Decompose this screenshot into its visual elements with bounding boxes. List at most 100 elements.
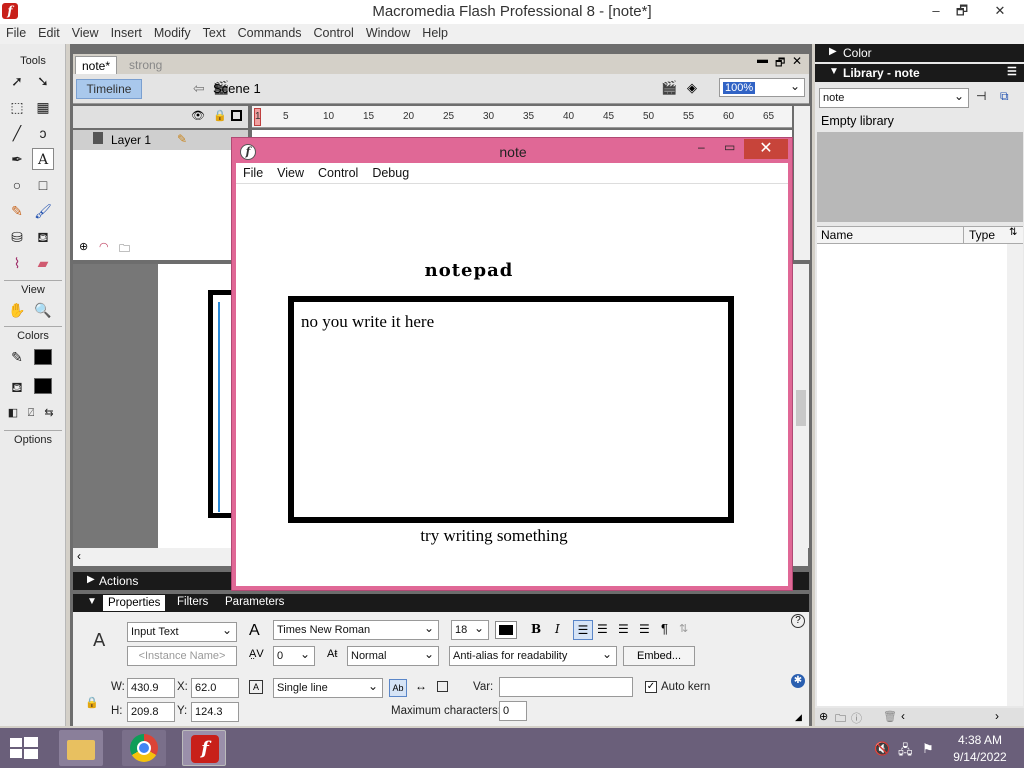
menu-insert[interactable]: Insert (105, 24, 148, 42)
outline-icon[interactable] (231, 110, 242, 121)
pen-tool-icon[interactable]: ✒ (6, 148, 28, 170)
tab-parameters[interactable]: Parameters (225, 596, 284, 608)
bold-icon[interactable]: B (531, 622, 541, 636)
zoom-tool-icon[interactable]: 🔍 (32, 299, 54, 321)
clock-time[interactable]: 4:38 AM (950, 733, 1010, 747)
tab-strong[interactable]: strong (123, 56, 168, 74)
anti-alias-select[interactable]: Anti-alias for readability (449, 645, 617, 666)
edit-scene-icon[interactable]: 🎬 (661, 80, 677, 96)
help-icon[interactable]: ? (791, 614, 805, 628)
selection-arrow-icon[interactable]: ➚ (6, 70, 28, 92)
clock-date[interactable]: 9/14/2022 (950, 750, 1010, 764)
letter-spacing-input[interactable]: 0 (273, 645, 315, 666)
network-icon[interactable]: 🖧 (898, 741, 913, 763)
auto-kern-checkbox[interactable]: ✓ (645, 681, 657, 693)
note-close-button[interactable]: ✕ (744, 139, 788, 159)
accessibility-icon[interactable]: ✱ (791, 674, 805, 688)
new-library-panel-icon[interactable]: ⧉ (1000, 89, 1009, 104)
note-minimize-button[interactable]: – (698, 140, 705, 154)
panel-options-icon[interactable]: ☰ (1007, 65, 1017, 78)
character-position-select[interactable]: Normal (347, 645, 439, 666)
doc-close-icon[interactable]: ✕ (792, 54, 802, 68)
flash-taskbar-icon[interactable]: f (182, 730, 226, 766)
justify-icon[interactable]: ☰ (639, 622, 650, 636)
tab-note[interactable]: note* (75, 56, 118, 74)
y-input[interactable]: 124.3 (191, 702, 239, 722)
line-tool-icon[interactable]: ╱ (6, 122, 28, 144)
hand-tool-icon[interactable]: ✋ (6, 299, 28, 321)
scroll-right-icon[interactable]: › (995, 709, 999, 723)
library-panel-header[interactable]: ▼ Library - note ☰ (815, 64, 1024, 82)
menu-control[interactable]: Control (308, 24, 360, 42)
lock-proportions-icon[interactable]: 🔒 (85, 696, 99, 709)
instance-name-input[interactable]: <Instance Name> (127, 646, 237, 666)
menu-edit[interactable]: Edit (32, 24, 66, 42)
menu-text[interactable]: Text (197, 24, 232, 42)
text-type-select[interactable]: Input Text (127, 621, 237, 642)
free-transform-icon[interactable]: ⬚ (6, 96, 28, 118)
fill-color-swatch[interactable] (34, 378, 52, 394)
lock-icon[interactable]: 🔒 (213, 109, 227, 122)
var-input[interactable] (499, 677, 633, 697)
back-arrow-icon[interactable]: ⇦ (193, 80, 205, 97)
align-center-icon[interactable]: ☰ (597, 622, 608, 636)
font-size-select[interactable]: 18 (451, 619, 489, 640)
insert-layer-icon[interactable]: ⊕ (79, 240, 88, 253)
embed-button[interactable]: Embed... (623, 646, 695, 666)
line-type-select[interactable]: Single line (273, 677, 383, 698)
restore-button[interactable]: 🗗 (948, 0, 976, 22)
height-input[interactable]: 209.8 (127, 702, 175, 722)
col-type[interactable]: Type (969, 228, 995, 242)
note-menu-debug[interactable]: Debug (365, 163, 416, 183)
render-html-icon[interactable]: ↔ (415, 679, 427, 693)
align-right-icon[interactable]: ☰ (618, 622, 629, 636)
swap-colors-icon[interactable]: ⇆ (38, 402, 60, 424)
file-explorer-icon[interactable] (59, 730, 103, 766)
paragraph-icon[interactable]: ¶ (661, 621, 668, 636)
edit-symbols-icon[interactable]: ◈ (687, 80, 697, 96)
color-panel-header[interactable]: ▶ Color (815, 44, 1024, 62)
layer-name[interactable]: Layer 1 (111, 133, 151, 147)
menu-file[interactable]: File (0, 24, 32, 42)
speaker-muted-icon[interactable]: 🔇 (874, 741, 890, 757)
subselection-arrow-icon[interactable]: ➘ (32, 70, 54, 92)
tab-properties[interactable]: Properties (103, 595, 166, 611)
scroll-left-icon[interactable]: ‹ (901, 709, 905, 723)
lasso-icon[interactable]: ↄ (32, 122, 54, 144)
windows-start-icon[interactable] (10, 737, 38, 759)
menu-modify[interactable]: Modify (148, 24, 197, 42)
layer-row[interactable]: Layer 1 ✎ (73, 130, 248, 150)
tab-filters[interactable]: Filters (177, 596, 208, 608)
note-menu-file[interactable]: File (236, 163, 270, 183)
notepad-input-text[interactable]: no you write it here (301, 312, 434, 332)
new-folder-icon[interactable]: 🗀 (835, 710, 846, 729)
max-chars-input[interactable]: 0 (499, 701, 527, 721)
eye-icon[interactable]: 👁 (191, 109, 205, 122)
pencil-icon[interactable]: ✎ (6, 200, 28, 222)
selectable-icon[interactable]: Ab (389, 679, 407, 697)
library-document-select[interactable]: note (819, 87, 969, 108)
action-center-icon[interactable]: ⚑ (922, 741, 934, 757)
expand-panel-icon[interactable]: ◢ (795, 712, 802, 723)
new-symbol-icon[interactable]: ⊕ (819, 710, 828, 723)
rotate-text-icon[interactable]: ⇅ (679, 622, 688, 635)
eraser-icon[interactable]: ▰ (32, 252, 54, 274)
menu-window[interactable]: Window (360, 24, 416, 42)
timeline-scrollbar[interactable] (794, 106, 810, 260)
menu-commands[interactable]: Commands (232, 24, 308, 42)
add-guide-icon[interactable]: ◠ (99, 240, 109, 253)
oval-tool-icon[interactable]: ○ (6, 174, 28, 196)
text-color-swatch[interactable] (495, 621, 517, 639)
x-input[interactable]: 62.0 (191, 678, 239, 698)
chrome-icon[interactable] (122, 730, 166, 766)
insert-folder-icon[interactable]: 🗀 (119, 240, 130, 259)
font-select[interactable]: Times New Roman (273, 619, 439, 640)
library-scrollbar[interactable] (1007, 244, 1023, 706)
stroke-color-swatch[interactable] (34, 349, 52, 365)
col-name[interactable]: Name (821, 228, 853, 242)
menu-help[interactable]: Help (416, 24, 454, 42)
rectangle-tool-icon[interactable]: □ (32, 174, 54, 196)
ink-bottle-icon[interactable]: ⛁ (6, 226, 28, 248)
brush-icon[interactable]: 🖌 (32, 200, 54, 222)
align-left-icon[interactable]: ☰ (573, 620, 593, 640)
